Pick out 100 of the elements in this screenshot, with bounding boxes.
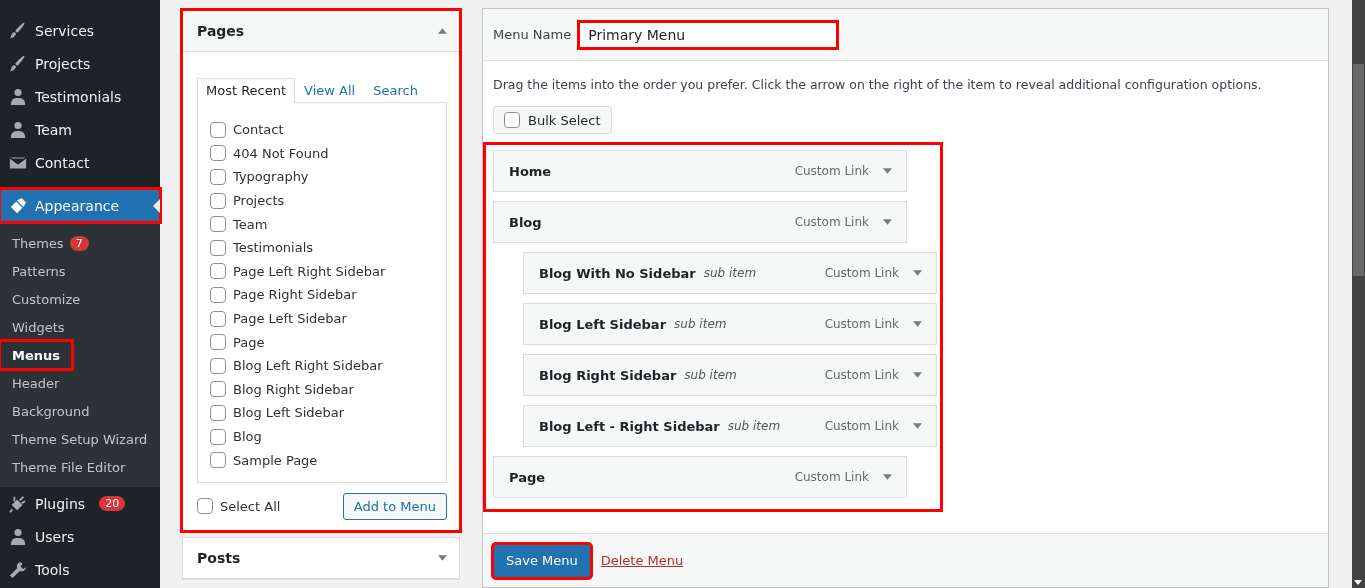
brush-icon (9, 54, 27, 73)
page-option-label: Page (233, 334, 265, 350)
person-icon (9, 87, 27, 106)
submenu-item[interactable]: Themes 7 (0, 229, 101, 257)
scroll-down-arrow-icon[interactable] (1354, 580, 1362, 585)
item-type: Custom Link (824, 317, 899, 331)
panel-title: Posts (197, 549, 241, 566)
checkbox[interactable] (210, 310, 226, 327)
checkbox[interactable] (210, 286, 226, 303)
submenu-item[interactable]: Theme Setup Wizard (0, 425, 160, 453)
item-type: Custom Link (794, 164, 869, 178)
field-label: Menu Name (493, 27, 572, 42)
submenu-item[interactable]: Customize (0, 285, 93, 313)
checkbox[interactable] (210, 357, 226, 374)
dropdown-arrow-icon[interactable] (913, 270, 922, 276)
checkbox[interactable] (210, 145, 226, 162)
sidebar-item[interactable]: Contact (0, 146, 160, 179)
current-indicator (153, 199, 160, 213)
item-type: Custom Link (824, 368, 899, 382)
dropdown-arrow-icon[interactable] (883, 474, 892, 480)
item-note: sub item (674, 317, 727, 331)
item-type: Custom Link (824, 419, 899, 433)
collapse-arrow-icon[interactable] (438, 28, 447, 34)
item-note: sub item (703, 266, 757, 280)
tab[interactable]: Most Recent (197, 78, 296, 103)
item-type: Custom Link (794, 470, 869, 484)
panel-header[interactable]: Pages (183, 11, 459, 52)
page-option-label: Testimonials (233, 240, 314, 256)
person-icon (9, 527, 27, 546)
dropdown-arrow-icon[interactable] (883, 219, 892, 225)
page-option-label: Page Left Sidebar (233, 311, 347, 327)
checkbox[interactable] (504, 112, 520, 128)
sidebar-item[interactable]: Tools (0, 553, 160, 586)
page-option-label: Projects (233, 193, 285, 209)
page-option-label: Blog (233, 429, 262, 444)
dropdown-arrow-icon[interactable] (913, 372, 922, 378)
submenu-item[interactable]: Background (0, 397, 102, 425)
page-option-label: Blog Right Sidebar (233, 381, 354, 397)
checkbox[interactable] (210, 428, 226, 445)
sidebar-item[interactable]: Projects (0, 47, 160, 80)
menu-item[interactable]: Blog Custom Link (493, 201, 907, 243)
menu-item[interactable]: Blog With No Sidebar sub item Custom Link (523, 252, 937, 294)
sidebar-item[interactable]: Team (0, 113, 160, 146)
page-option-label: Page Left Right Sidebar (233, 263, 386, 279)
dropdown-arrow-icon[interactable] (913, 321, 922, 327)
scrollbar-thumb[interactable] (1353, 64, 1364, 276)
dropdown-arrow-icon[interactable] (883, 168, 892, 174)
page-option-label: Contact (233, 122, 284, 138)
dropdown-arrow-icon[interactable] (913, 423, 922, 429)
save-menu-button[interactable]: Save Menu (493, 543, 591, 578)
checkbox[interactable] (210, 169, 226, 185)
sidebar-item[interactable]: Appearance (0, 189, 160, 222)
sidebar-item[interactable]: Services (0, 14, 160, 47)
checkbox[interactable] (210, 239, 226, 256)
submenu-item[interactable]: Patterns (0, 257, 78, 285)
menu-name-field[interactable]: Primary Menu (579, 21, 838, 48)
page-option-label: Typography (233, 169, 309, 185)
page-option-label: Blog Left Right Sidebar (233, 358, 383, 374)
plug-icon (9, 494, 27, 513)
tab[interactable]: Search (364, 78, 427, 102)
sidebar-item[interactable]: Plugins 20 (0, 487, 160, 520)
bulk-select-button[interactable]: Bulk Select (493, 106, 612, 134)
page-option-label: Blog Left Sidebar (233, 405, 345, 421)
menu-item[interactable]: Blog Left - Right Sidebar sub item Custom Link (523, 405, 937, 447)
panel-title: Pages (197, 23, 245, 39)
checkbox[interactable] (210, 381, 226, 398)
page-option-label: Sample Page (233, 452, 318, 468)
checkbox[interactable] (210, 192, 226, 209)
brush-icon (9, 21, 27, 40)
checkbox[interactable] (210, 121, 226, 138)
item-note: sub item (684, 368, 737, 382)
submenu-item[interactable]: Header (0, 369, 72, 397)
menu-item[interactable]: Blog Left Sidebar sub item Custom Link (523, 303, 937, 345)
page-option-label: 404 Not Found (233, 145, 329, 161)
submenu-item[interactable]: Menus (0, 341, 72, 369)
instructions-text: Drag the items into the order you prefer. Click the arrow on the right of the item to reveal additional configuration options. (493, 77, 1263, 92)
menu-item[interactable]: Blog Right Sidebar sub item Custom Link (523, 354, 937, 396)
menu-item[interactable]: Page Custom Link (493, 456, 907, 498)
checkbox[interactable] (210, 334, 226, 351)
add-to-menu-button[interactable]: Add to Menu (342, 492, 447, 520)
submenu-item[interactable]: Theme File Editor (0, 453, 138, 481)
delete-menu-link[interactable]: Delete Menu (600, 553, 684, 568)
expand-arrow-icon[interactable] (438, 554, 447, 561)
item-type: Custom Link (794, 215, 869, 229)
sidebar-item[interactable]: Users (0, 520, 160, 553)
page-option-label: Page Right Sidebar (233, 287, 357, 303)
checkbox[interactable] (210, 452, 226, 469)
tab[interactable]: View All (295, 78, 365, 102)
wrench-icon (9, 560, 27, 579)
checkbox[interactable] (210, 216, 226, 233)
submenu-item[interactable]: Widgets (0, 313, 77, 341)
item-note: sub item (727, 419, 781, 433)
person-icon (9, 120, 27, 139)
sidebar-item[interactable]: Testimonials (0, 80, 160, 113)
scrollbar[interactable] (1352, 0, 1365, 588)
checkbox[interactable] (197, 498, 213, 515)
checkbox[interactable] (210, 263, 226, 280)
menu-item[interactable]: Home Custom Link (493, 150, 907, 192)
checkbox[interactable] (210, 404, 226, 421)
paintbrush-icon (9, 196, 27, 215)
